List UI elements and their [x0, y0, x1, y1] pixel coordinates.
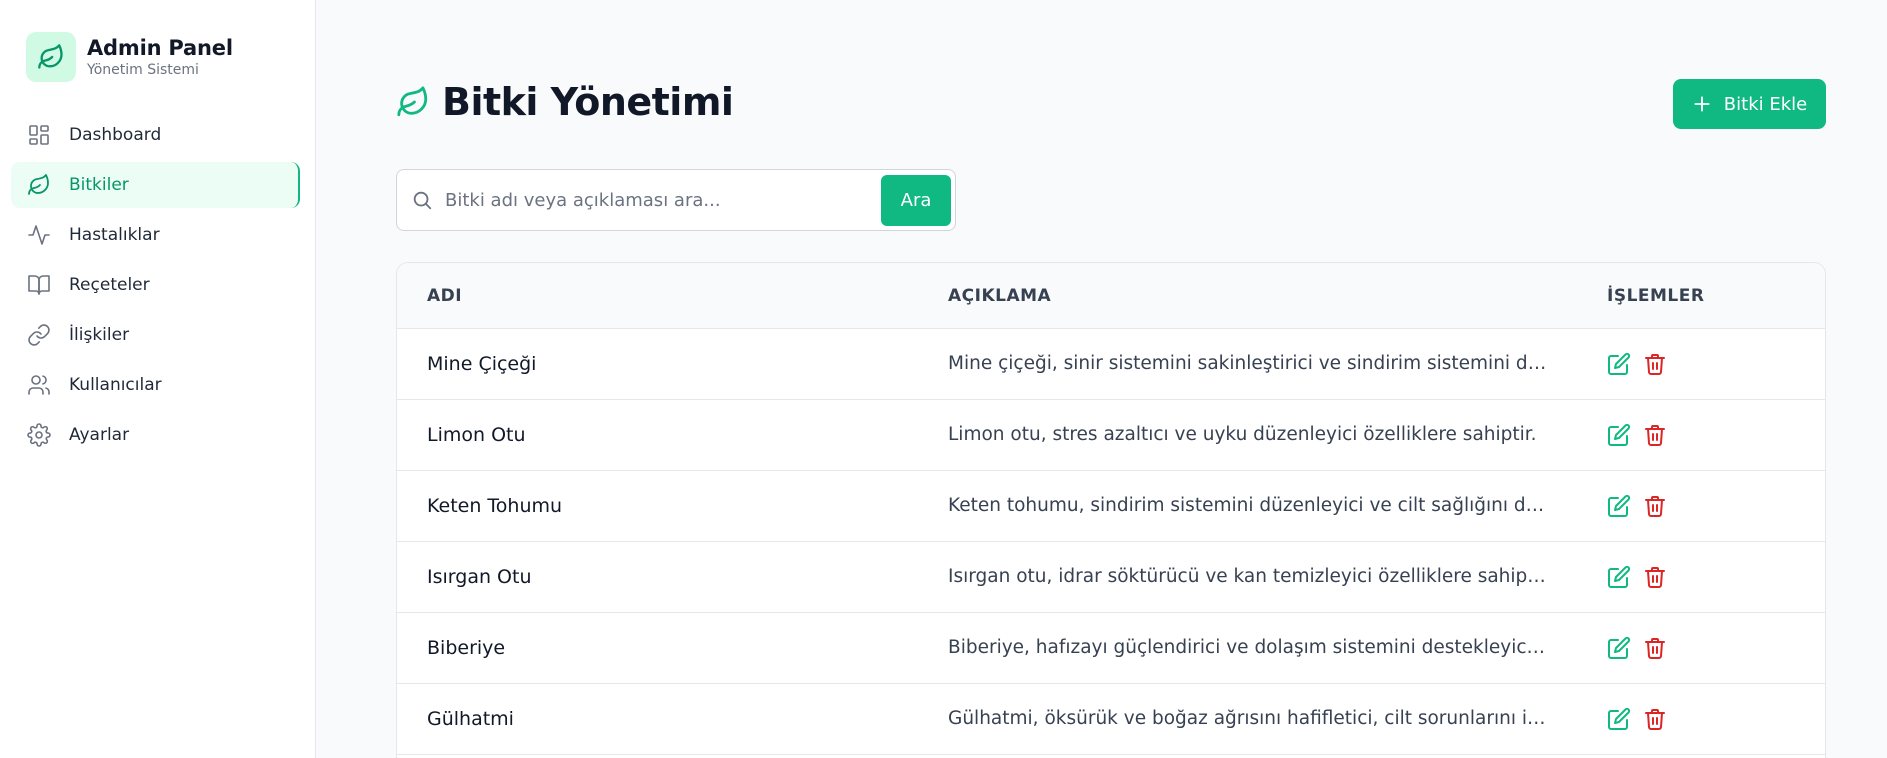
- table-row[interactable]: Isırgan Otu Isırgan otu, idrar söktürücü…: [397, 542, 1825, 613]
- trash-icon[interactable]: [1643, 707, 1667, 731]
- leaf-icon: [38, 44, 63, 69]
- trash-icon[interactable]: [1643, 494, 1667, 518]
- plant-name: Mine Çiçeği: [427, 353, 537, 375]
- plant-name: Limon Otu: [427, 424, 526, 446]
- edit-icon[interactable]: [1607, 636, 1631, 660]
- edit-icon[interactable]: [1607, 423, 1631, 447]
- table-row[interactable]: Keten Tohumu Keten tohumu, sindirim sist…: [397, 471, 1825, 542]
- sidebar-item-kullanicilar[interactable]: Kullanıcılar: [11, 362, 300, 408]
- sidebar-nav: Dashboard Bitkiler Hastalıklar Reçeteler: [11, 112, 300, 462]
- search-input[interactable]: [445, 178, 875, 222]
- plant-name: Keten Tohumu: [427, 495, 563, 517]
- sidebar-item-ayarlar[interactable]: Ayarlar: [11, 412, 300, 458]
- plus-icon: [1694, 96, 1710, 112]
- add-plant-button[interactable]: Bitki Ekle: [1673, 79, 1826, 129]
- sidebar-item-bitkiler[interactable]: Bitkiler: [11, 162, 300, 208]
- brand-subtitle: Yönetim Sistemi: [87, 62, 199, 78]
- sidebar-item-label: İlişkiler: [69, 325, 130, 345]
- leaf-icon: [397, 86, 428, 117]
- plant-name: Isırgan Otu: [427, 566, 532, 588]
- sidebar-item-hastaliklar[interactable]: Hastalıklar: [11, 212, 300, 258]
- edit-icon[interactable]: [1607, 352, 1631, 376]
- main-content: Bitki Yönetimi Bitki Ekle Ara ADI AÇIKLA…: [316, 0, 1887, 758]
- trash-icon[interactable]: [1643, 352, 1667, 376]
- brand-title: Admin Panel: [87, 36, 233, 60]
- sidebar-item-dashboard[interactable]: Dashboard: [11, 112, 300, 158]
- plant-description: Gülhatmi, öksürük ve boğaz ağrısını hafi…: [948, 708, 1548, 729]
- search-icon: [413, 191, 432, 210]
- plants-table: ADI AÇIKLAMA İŞLEMLER Mine Çiçeği Mine ç…: [396, 262, 1826, 758]
- edit-icon[interactable]: [1607, 707, 1631, 731]
- table-row[interactable]: Mine Çiçeği Mine çiçeği, sinir sistemini…: [397, 329, 1825, 400]
- sidebar: Admin Panel Yönetim Sistemi Dashboard Bi…: [0, 0, 316, 758]
- table-row[interactable]: Biberiye Biberiye, hafızayı güçlendirici…: [397, 613, 1825, 684]
- trash-icon[interactable]: [1643, 636, 1667, 660]
- plant-name: Gülhatmi: [427, 708, 514, 730]
- sidebar-item-iliskiler[interactable]: İlişkiler: [11, 312, 300, 358]
- trash-icon[interactable]: [1643, 565, 1667, 589]
- plant-name: Biberiye: [427, 637, 506, 659]
- column-header-name[interactable]: ADI: [427, 263, 462, 329]
- plant-description: Mine çiçeği, sinir sistemini sakinleştir…: [948, 353, 1548, 374]
- edit-icon[interactable]: [1607, 565, 1631, 589]
- plant-description: Limon otu, stres azaltıcı ve uyku düzenl…: [948, 424, 1537, 445]
- sidebar-item-receteler[interactable]: Reçeteler: [11, 262, 300, 308]
- page-header: Bitki Yönetimi: [396, 80, 734, 124]
- book-icon: [28, 275, 50, 295]
- dashboard-icon: [29, 125, 49, 145]
- leaf-icon: [28, 174, 49, 195]
- table-header: ADI AÇIKLAMA İŞLEMLER: [397, 263, 1825, 329]
- page-title: Bitki Yönetimi: [442, 80, 734, 124]
- sidebar-item-label: Dashboard: [69, 125, 162, 145]
- search-bar: Ara: [396, 169, 956, 231]
- brand: Admin Panel Yönetim Sistemi: [26, 32, 233, 82]
- add-plant-label: Bitki Ekle: [1723, 93, 1808, 115]
- brand-logo: [26, 32, 76, 82]
- plant-description: Keten tohumu, sindirim sistemini düzenle…: [948, 495, 1548, 516]
- edit-icon[interactable]: [1607, 494, 1631, 518]
- search-button[interactable]: Ara: [881, 175, 951, 226]
- table-row[interactable]: Limon Otu Limon otu, stres azaltıcı ve u…: [397, 400, 1825, 471]
- plant-description: Biberiye, hafızayı güçlendirici ve dolaş…: [948, 637, 1548, 658]
- gear-icon: [27, 423, 51, 447]
- plant-description: Isırgan otu, idrar söktürücü ve kan temi…: [948, 566, 1548, 587]
- sidebar-item-label: Hastalıklar: [69, 225, 160, 245]
- sidebar-item-label: Ayarlar: [69, 425, 130, 445]
- sidebar-item-label: Kullanıcılar: [69, 375, 162, 395]
- table-row[interactable]: Gülhatmi Gülhatmi, öksürük ve boğaz ağrı…: [397, 684, 1825, 755]
- sidebar-item-label: Reçeteler: [69, 275, 150, 295]
- users-icon: [28, 375, 50, 395]
- activity-icon: [28, 225, 50, 245]
- sidebar-item-label: Bitkiler: [69, 175, 129, 195]
- trash-icon[interactable]: [1643, 423, 1667, 447]
- column-header-description[interactable]: AÇIKLAMA: [948, 263, 1051, 329]
- link-icon: [28, 324, 50, 346]
- column-header-actions: İŞLEMLER: [1607, 286, 1705, 306]
